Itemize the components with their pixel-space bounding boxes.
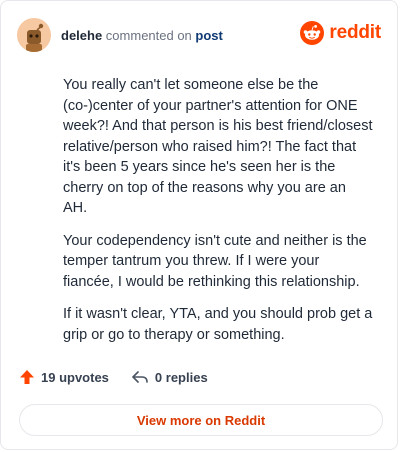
- comment-header: delehe commented on post: [17, 17, 223, 53]
- comment-byline: delehe commented on post: [61, 28, 223, 43]
- view-more-on-reddit-button[interactable]: View more on Reddit: [19, 404, 383, 436]
- upvotes-count: 19 upvotes: [41, 369, 109, 385]
- replies-count: 0 replies: [154, 369, 208, 385]
- username[interactable]: delehe: [61, 28, 102, 43]
- user-avatar[interactable]: [17, 18, 51, 52]
- upvotes-button[interactable]: 19 upvotes: [19, 369, 109, 385]
- reddit-snoo-icon: [300, 21, 325, 45]
- byline-action-text: commented on: [102, 27, 196, 43]
- avatar-figure-icon: [17, 18, 51, 52]
- comment-paragraph: You really can't let someone else be the…: [63, 77, 373, 216]
- comment-actions: 19 upvotes 0 replies: [19, 369, 208, 385]
- embedded-comment-card: delehe commented on post reddit You real…: [0, 0, 398, 450]
- upvote-arrow-icon: [20, 370, 34, 384]
- reply-arrow-icon: [132, 371, 148, 383]
- post-link[interactable]: post: [195, 28, 222, 43]
- comment-paragraph: Your codependency isn't cute and neither…: [63, 232, 367, 290]
- reddit-brand[interactable]: reddit: [300, 21, 381, 45]
- comment-body: You really can't let someone else be the…: [63, 75, 373, 357]
- replies-button[interactable]: 0 replies: [131, 369, 208, 385]
- reddit-wordmark: reddit: [329, 22, 381, 43]
- comment-paragraph: If it wasn't clear, YTA, and you should …: [63, 306, 373, 343]
